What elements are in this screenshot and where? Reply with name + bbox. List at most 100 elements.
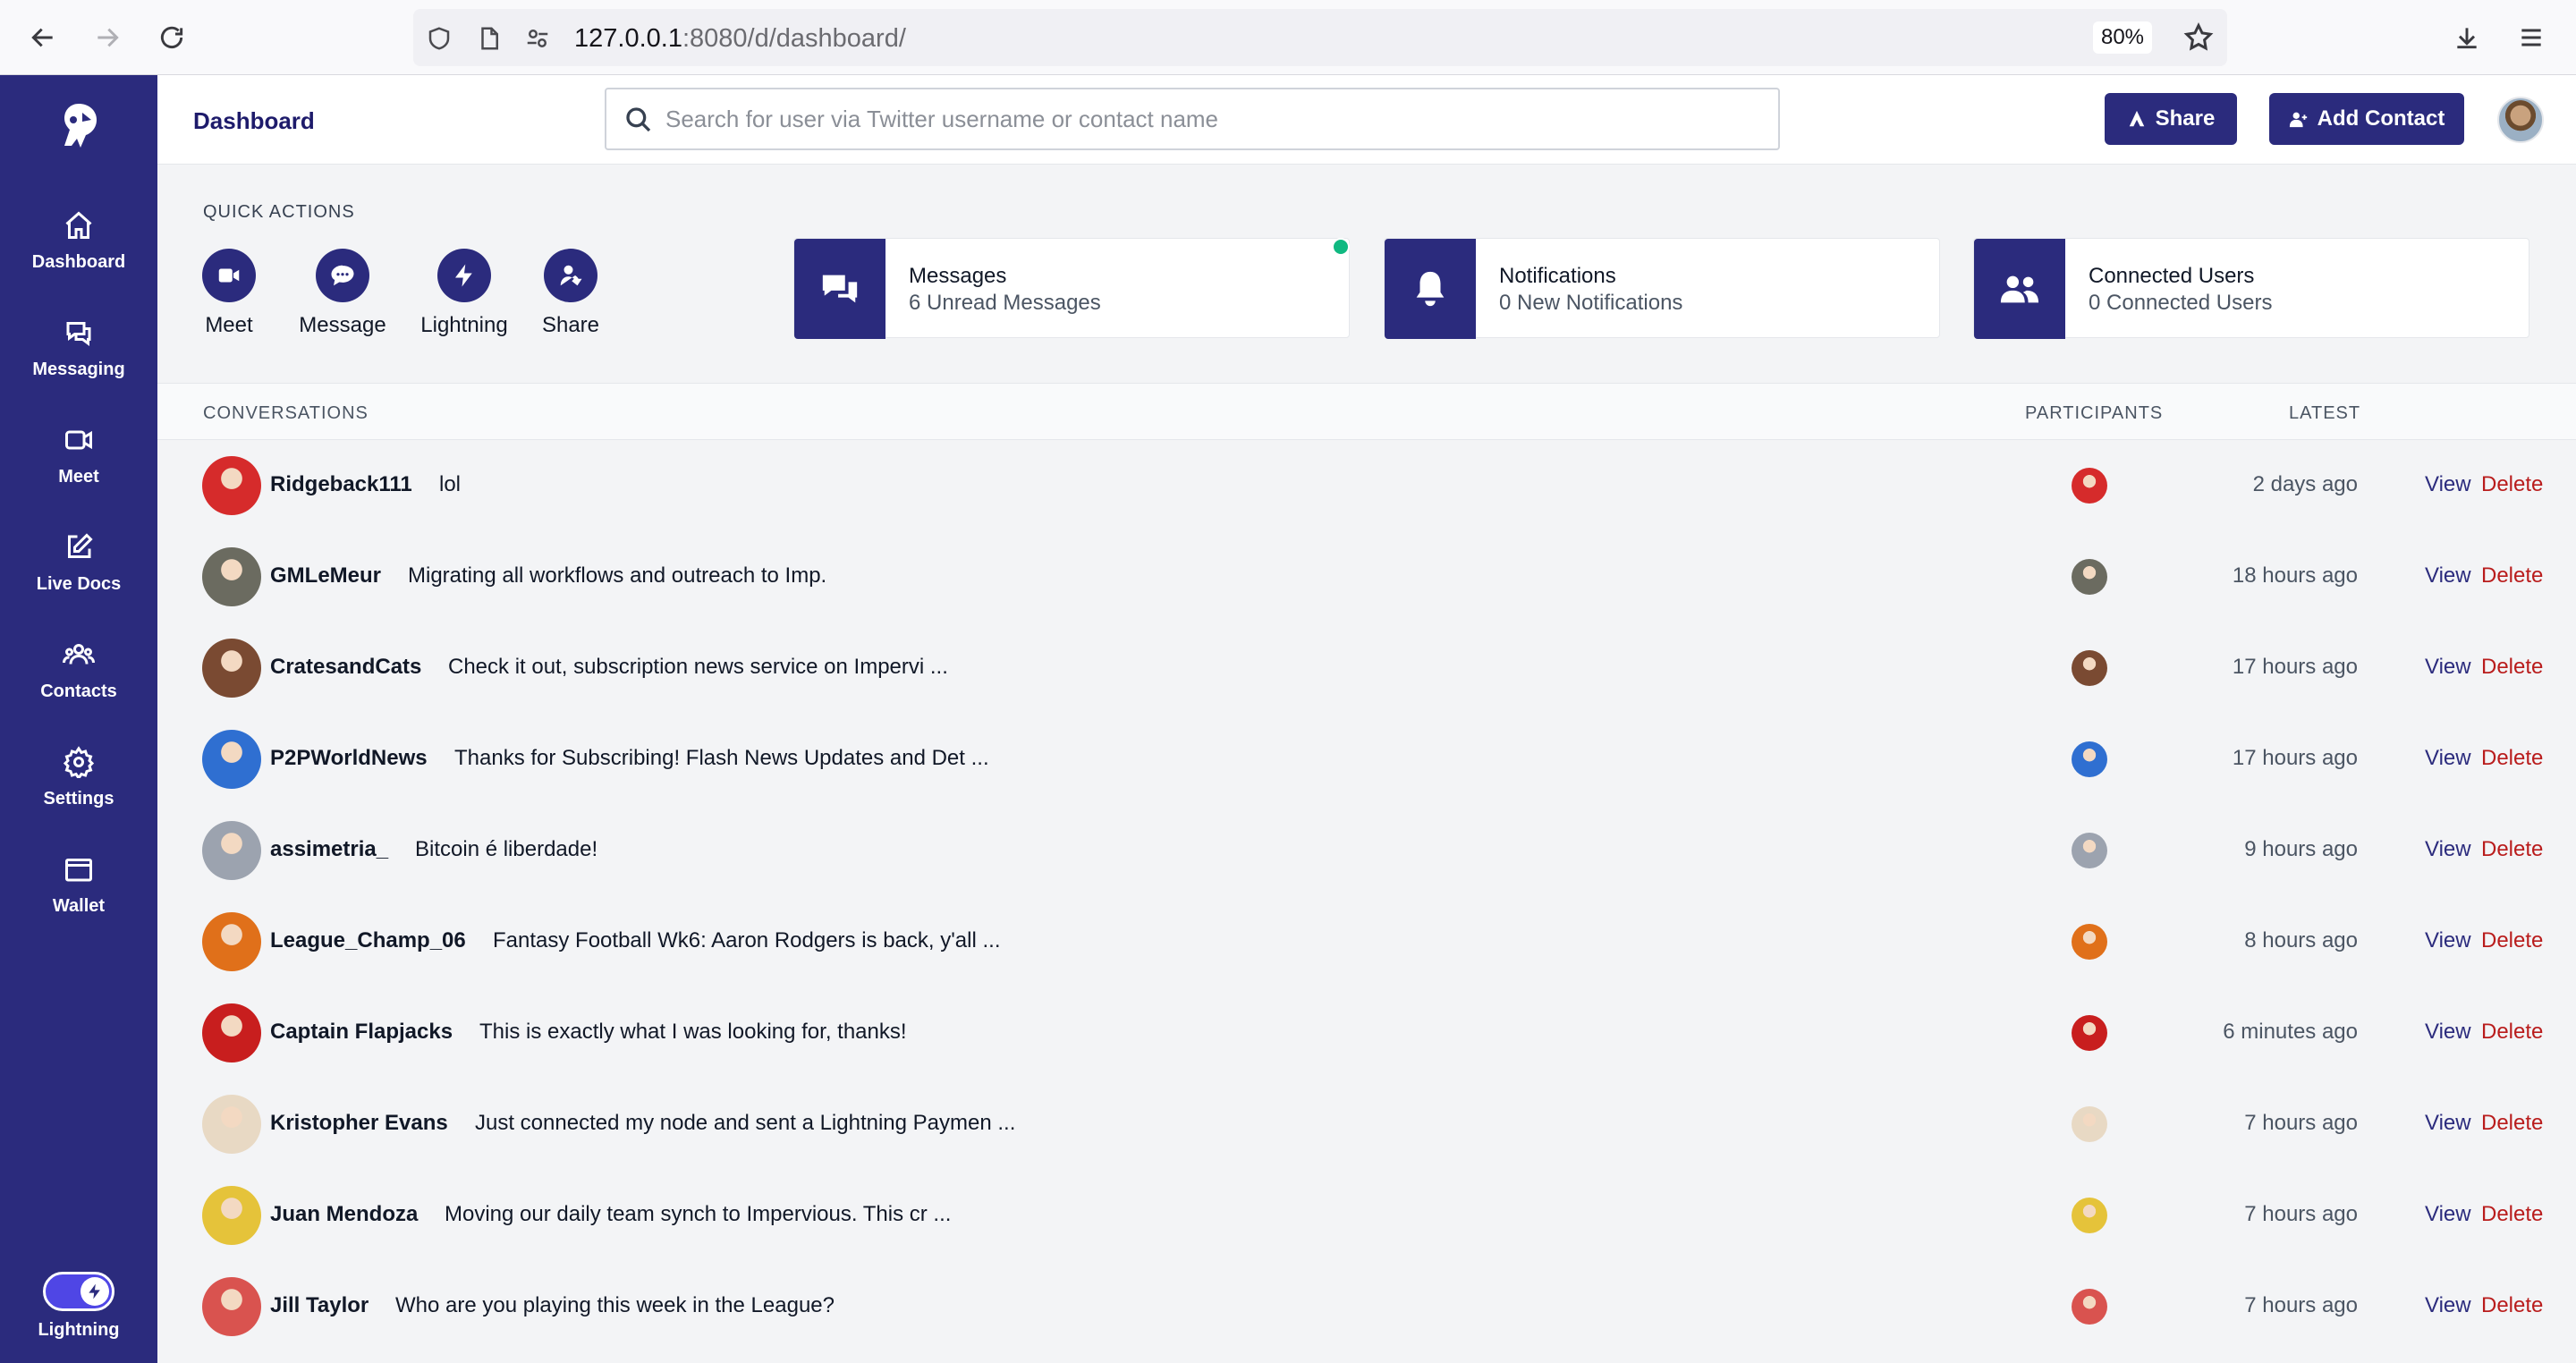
contact-avatar[interactable] [202,639,261,698]
contact-avatar[interactable] [202,1277,261,1336]
participant-avatar [2072,1106,2107,1142]
search-box[interactable] [605,88,1780,150]
sidebar-item-live-docs[interactable]: Live Docs [0,531,157,621]
delete-link[interactable]: Delete [2481,1293,2543,1318]
address-bar[interactable]: 127.0.0.1:8080/d/dashboard/ 80% [413,9,2227,66]
search-input[interactable] [665,100,1739,138]
conversation-last-message: Migrating all workflows and outreach to … [408,563,827,588]
table-row[interactable]: Juan Mendoza Moving our daily team synch … [157,1170,2576,1261]
view-link[interactable]: View [2425,655,2471,680]
reload-button[interactable] [154,20,190,55]
conversations-table-header: CONVERSATIONS PARTICIPANTS LATEST [157,383,2576,440]
connected-users-card[interactable]: Connected Users 0 Connected Users [1973,238,2529,339]
quick-action-meet[interactable]: Meet [180,249,278,338]
connected-users-card-subtitle: 0 Connected Users [2089,291,2273,315]
table-row[interactable]: Jill Taylor Who are you playing this week… [157,1261,2576,1352]
contact-avatar[interactable] [202,1095,261,1154]
zoom-level[interactable]: 80% [2093,21,2152,54]
user-avatar[interactable] [2497,97,2544,143]
view-link[interactable]: View [2425,837,2471,862]
add-contact-button[interactable]: Add Contact [2269,93,2464,145]
shield-icon[interactable] [426,25,453,52]
conversation-contact-name[interactable]: CratesandCats [270,655,421,680]
delete-link[interactable]: Delete [2481,746,2543,771]
view-link[interactable]: View [2425,746,2471,771]
lightning-toggle[interactable] [43,1272,114,1311]
delete-link[interactable]: Delete [2481,563,2543,588]
conversation-contact-name[interactable]: assimetria_ [270,837,388,862]
table-row[interactable]: CratesandCats Check it out, subscription … [157,622,2576,714]
view-link[interactable]: View [2425,1020,2471,1045]
delete-link[interactable]: Delete [2481,837,2543,862]
conversation-contact-name[interactable]: League_Champ_06 [270,928,466,953]
table-row[interactable]: GMLeMeur Migrating all workflows and outr… [157,531,2576,622]
sidebar-item-wallet[interactable]: Wallet [0,853,157,943]
conversation-latest-time: 8 hours ago [2244,928,2358,952]
share-button[interactable]: Share [2105,93,2237,145]
conversation-last-message: This is exactly what I was looking for, … [479,1020,907,1044]
contact-avatar[interactable] [202,730,261,789]
conversation-latest-time: 6 minutes ago [2223,1020,2358,1044]
messages-card[interactable]: Messages 6 Unread Messages [793,238,1350,339]
conversation-contact-name[interactable]: Jill Taylor [270,1293,369,1318]
contact-avatar[interactable] [202,821,261,880]
wallet-icon [65,859,92,882]
view-link[interactable]: View [2425,472,2471,497]
sidebar-item-settings[interactable]: Settings [0,746,157,835]
delete-link[interactable]: Delete [2481,1202,2543,1227]
table-row[interactable]: P2PWorldNews Thanks for Subscribing! Flas… [157,714,2576,805]
view-link[interactable]: View [2425,563,2471,588]
conversation-contact-name[interactable]: GMLeMeur [270,563,381,588]
conversation-latest-time: 17 hours ago [2232,746,2358,770]
sidebar-item-contacts[interactable]: Contacts [0,639,157,728]
table-row[interactable]: Ridgeback111 lol 2 days ago View Delete [157,440,2576,531]
hamburger-menu-icon [2521,29,2541,47]
delete-link[interactable]: Delete [2481,655,2543,680]
sidebar: Dashboard Messaging Meet Live Docs Conta… [0,75,157,1363]
permissions-icon[interactable] [524,25,551,52]
sidebar-item-messaging[interactable]: Messaging [0,317,157,406]
app-logo[interactable] [52,100,106,154]
menu-button[interactable] [2513,20,2549,55]
downloads-button[interactable] [2449,20,2485,55]
conversation-last-message: Who are you playing this week in the Lea… [395,1293,835,1317]
conversation-contact-name[interactable]: Juan Mendoza [270,1202,418,1227]
quick-action-message[interactable]: Message [293,249,392,338]
conversation-contact-name[interactable]: Kristopher Evans [270,1111,448,1136]
download-icon [2457,28,2477,49]
delete-link[interactable]: Delete [2481,472,2543,497]
view-link[interactable]: View [2425,928,2471,953]
table-row[interactable]: League_Champ_06 Fantasy Football Wk6: Aar… [157,896,2576,987]
contact-avatar[interactable] [202,547,261,606]
view-link[interactable]: View [2425,1202,2471,1227]
notifications-card[interactable]: Notifications 0 New Notifications [1384,238,1940,339]
view-link[interactable]: View [2425,1293,2471,1318]
url-text[interactable]: 127.0.0.1:8080/d/dashboard/ [574,24,906,54]
quick-action-lightning[interactable]: Lightning [415,249,513,338]
sidebar-item-meet[interactable]: Meet [0,424,157,513]
contact-avatar[interactable] [202,912,261,971]
quick-action-share[interactable]: Share [521,249,620,338]
delete-link[interactable]: Delete [2481,928,2543,953]
contact-avatar[interactable] [202,1186,261,1245]
table-row[interactable]: assimetria_ Bitcoin é liberdade! 9 hours a… [157,805,2576,896]
connected-users-card-title: Connected Users [2089,264,2255,288]
quick-actions-title: QUICK ACTIONS [203,202,355,222]
bookmark-star-icon[interactable] [2182,21,2215,58]
conversation-contact-name[interactable]: P2PWorldNews [270,746,428,771]
back-button[interactable] [25,20,61,55]
view-link[interactable]: View [2425,1111,2471,1136]
delete-link[interactable]: Delete [2481,1020,2543,1045]
participant-avatar [2072,1015,2107,1051]
table-row[interactable]: Captain Flapjacks This is exactly what I … [157,987,2576,1079]
table-row[interactable]: Kristopher Evans Just connected my node a… [157,1079,2576,1170]
forward-button[interactable] [89,20,125,55]
contact-avatar[interactable] [202,456,261,515]
participant-avatar [2072,559,2107,595]
conversation-contact-name[interactable]: Ridgeback111 [270,472,412,497]
conversation-contact-name[interactable]: Captain Flapjacks [270,1020,453,1045]
contact-avatar[interactable] [202,1003,261,1062]
delete-link[interactable]: Delete [2481,1111,2543,1136]
sidebar-item-dashboard[interactable]: Dashboard [0,209,157,299]
video-icon [218,268,240,283]
